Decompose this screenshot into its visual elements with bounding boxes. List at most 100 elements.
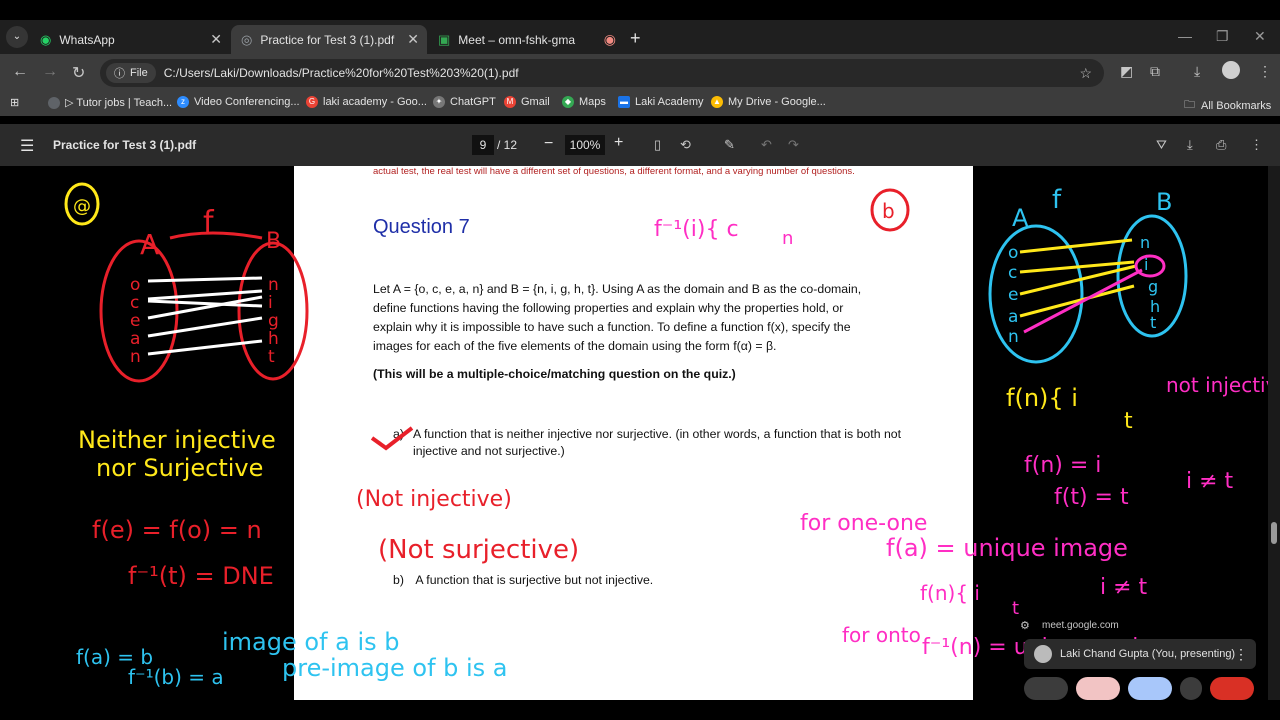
bookmark-label: Video Conferencing...	[194, 96, 300, 108]
ink-text: B	[1156, 188, 1172, 216]
forward-icon[interactable]: →	[42, 63, 58, 81]
more-options-icon[interactable]: ⋮	[1234, 646, 1248, 663]
scrollbar-thumb[interactable]	[1271, 522, 1277, 544]
ink-text: f	[1052, 185, 1062, 215]
extensions-icon[interactable]: ⧉	[1150, 63, 1160, 80]
sidebar-menu-icon[interactable]: ☰	[20, 136, 34, 156]
bookmark-label: Maps	[579, 96, 606, 108]
tab-search-button[interactable]: ⌄	[6, 26, 28, 48]
recording-icon: ◉	[603, 31, 616, 47]
ink-text: t	[268, 347, 275, 367]
ink-text: (Not surjective)	[378, 535, 579, 565]
apps-icon[interactable]: ⊞	[10, 96, 19, 109]
url-text[interactable]: C:/Users/Laki/Downloads/Practice%20for%2…	[164, 66, 519, 80]
right-mapping-diagram: A f B o c e a n n i g h t f(n){i t not …	[800, 185, 1268, 660]
reload-icon[interactable]: ↻	[72, 63, 85, 83]
tab-whatsapp[interactable]: ◉ WhatsApp ✕	[30, 25, 230, 54]
bookmark-gmail[interactable]: M Gmail	[504, 96, 550, 108]
meet-controls	[1024, 677, 1256, 700]
tab-meet[interactable]: ▣ Meet – omn-fshk-gma ◉	[428, 25, 624, 54]
bookmark-chatgpt[interactable]: ✦ ChatGPT	[433, 96, 496, 108]
page-ink: f⁻¹(i){ c n b (Not injective) (Not surje…	[356, 188, 910, 565]
back-icon[interactable]: ←	[12, 63, 28, 81]
browser-window: ⌄ ◉ WhatsApp ✕ ◎ Practice for Test 3 (1)…	[0, 0, 1280, 720]
page-number-input[interactable]: 9	[472, 135, 494, 155]
avatar	[1034, 645, 1052, 663]
address-bar[interactable]: ⓘ File C:/Users/Laki/Downloads/Practice%…	[100, 59, 1104, 87]
whatsapp-icon: ◉	[40, 31, 52, 47]
ink-text: t	[1150, 313, 1156, 332]
ink-text: f(e) = f(o) = n	[92, 516, 262, 544]
save-to-drive-icon[interactable]: ⛛	[1156, 137, 1167, 153]
bookmark-laki-google[interactable]: Glaki academy - Goo...	[306, 96, 427, 108]
ink-mapping-arrows	[147, 276, 263, 356]
ink-text: o	[130, 275, 140, 295]
ink-text: f(n){ i	[1006, 384, 1078, 412]
avatar[interactable]	[1222, 61, 1240, 82]
downloads-icon[interactable]: ⤓	[1194, 63, 1200, 80]
undo-icon[interactable]: ↶	[761, 137, 772, 153]
ink-text: B	[266, 229, 281, 254]
zoom-in-icon[interactable]: +	[614, 134, 623, 152]
camera-button[interactable]	[1076, 677, 1120, 700]
zoom-out-icon[interactable]: −	[544, 135, 553, 153]
bookmark-tutor[interactable]: ▷ Tutor jobs | Teach...	[48, 96, 172, 109]
screen-share-icon[interactable]: ◩	[1120, 63, 1133, 80]
bookmark-star-icon[interactable]: ☆	[1079, 65, 1092, 82]
ink-text: for onto	[842, 623, 921, 647]
ink-text: f(a) = unique image	[886, 534, 1128, 562]
vertical-scrollbar[interactable]	[1268, 166, 1280, 700]
bookmark-maps[interactable]: ◆ Maps	[562, 96, 606, 108]
tab-title: WhatsApp	[59, 32, 115, 47]
ink-text: not injective	[1166, 373, 1268, 397]
zoom-input[interactable]: 100%	[565, 135, 605, 155]
redo-icon[interactable]: ↷	[788, 137, 799, 153]
tab-pdf[interactable]: ◎ Practice for Test 3 (1).pdf ✕	[231, 25, 427, 54]
print-icon[interactable]: ⎙	[1216, 137, 1226, 153]
close-window-icon[interactable]: ✕	[1254, 28, 1266, 45]
close-tab-icon[interactable]: ✕	[210, 31, 222, 48]
bookmark-laki-academy[interactable]: ▬ Laki Academy	[618, 96, 703, 108]
ink-text: i ≠ t	[1186, 469, 1234, 494]
ink-arrow	[169, 231, 263, 240]
bookmark-label: Laki Academy	[635, 96, 704, 108]
bookmark-label: laki academy - Goo...	[323, 96, 427, 108]
ink-text: a	[1008, 307, 1018, 327]
bookmark-label: ChatGPT	[450, 96, 496, 108]
pdf-more-icon[interactable]: ⋮	[1250, 137, 1263, 153]
presenter-card[interactable]: Laki Chand Gupta (You, presenting) ⋮	[1024, 639, 1256, 669]
ink-text: a	[130, 329, 140, 349]
close-tab-icon[interactable]: ✕	[407, 31, 419, 48]
chip-label: File	[130, 67, 148, 79]
ink-text: g	[1148, 277, 1158, 296]
meet-icon: ▣	[438, 31, 451, 47]
present-button[interactable]	[1128, 677, 1172, 700]
browser-menu-icon[interactable]: ⋮	[1258, 63, 1272, 80]
restore-icon[interactable]: ❐	[1216, 28, 1229, 45]
new-tab-button[interactable]: +	[630, 28, 641, 49]
bookmark-label: ▷ Tutor jobs | Teach...	[65, 97, 173, 109]
bookmark-label: My Drive - Google...	[728, 96, 826, 108]
ink-text: for one-one	[800, 511, 927, 536]
fit-page-icon[interactable]: ▯	[654, 137, 661, 153]
bookmark-zoom[interactable]: z Video Conferencing...	[177, 96, 300, 108]
ink-text: i	[268, 293, 273, 313]
tutor-icon	[48, 96, 60, 109]
minimize-icon[interactable]: —	[1178, 28, 1192, 44]
google-icon: G	[306, 96, 318, 108]
pdf-title: Practice for Test 3 (1).pdf	[53, 138, 197, 152]
leave-call-button[interactable]	[1210, 677, 1254, 700]
site-info-chip[interactable]: ⓘ File	[106, 63, 156, 83]
download-icon[interactable]: ⤓	[1187, 137, 1193, 153]
pdf-toolbar: ☰ Practice for Test 3 (1).pdf 9 / 12 − 1…	[0, 124, 1280, 166]
ink-circle	[1134, 254, 1166, 278]
annotate-icon[interactable]: ✎	[724, 137, 735, 153]
all-bookmarks[interactable]: 🗀 All Bookmarks	[1184, 96, 1271, 115]
rotate-icon[interactable]: ⟲	[680, 137, 691, 153]
mic-button[interactable]	[1024, 677, 1068, 700]
more-controls-button[interactable]	[1180, 677, 1202, 700]
bookmark-drive[interactable]: ▲ My Drive - Google...	[711, 96, 826, 108]
drive-icon: ▲	[711, 96, 723, 108]
meet-settings-icon[interactable]: ⚙	[1020, 619, 1030, 632]
maps-icon: ◆	[562, 96, 574, 108]
